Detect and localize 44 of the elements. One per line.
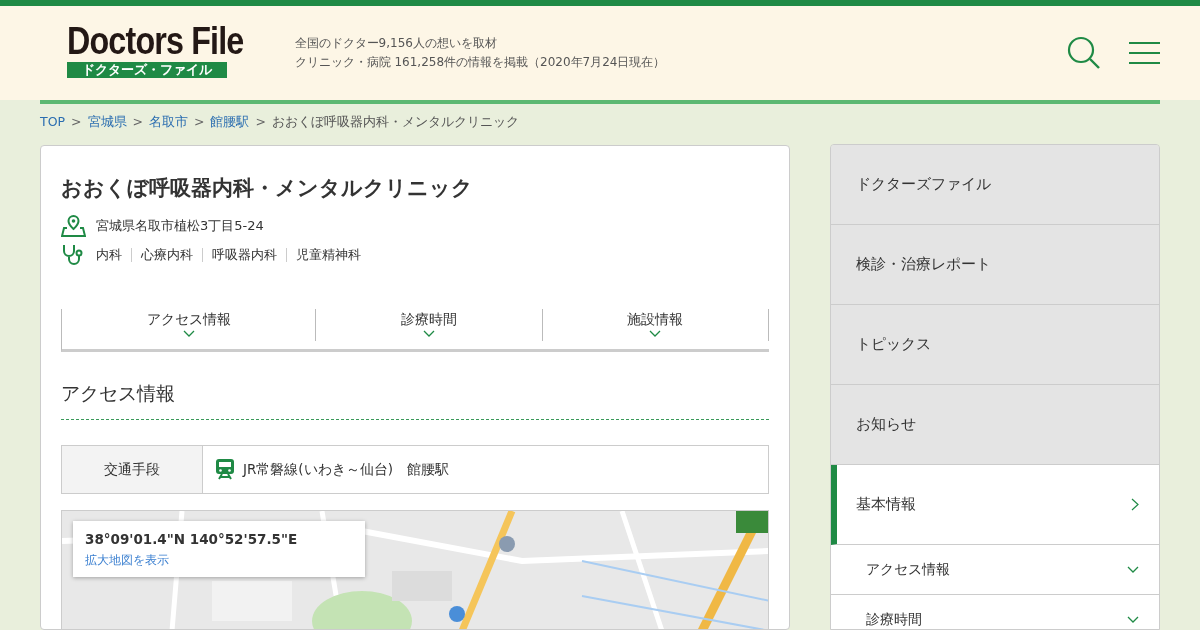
tagline: クリニック・病院 161,258件の情報を掲載（2020年7月24日現在） <box>294 54 666 71</box>
breadcrumb-separator: > <box>194 114 205 129</box>
sidebar-item[interactable]: 基本情報 <box>831 465 1159 545</box>
chevron-right-icon <box>1131 498 1139 511</box>
sidebar-item[interactable]: ドクターズファイル <box>831 145 1159 225</box>
clinic-name: おおくぼ呼吸器内科・メンタルクリニック <box>61 176 474 202</box>
breadcrumb-link[interactable]: 館腰駅 <box>210 114 250 129</box>
department: 内科 <box>96 247 123 262</box>
tab[interactable]: 診療時間 <box>316 309 543 342</box>
tab[interactable]: アクセス情報 <box>62 309 317 342</box>
breadcrumb-link[interactable]: TOP <box>40 114 65 129</box>
department: 児童精神科 <box>286 247 370 262</box>
tab[interactable]: 施設情報 <box>542 309 769 342</box>
train-icon <box>215 458 235 481</box>
sidebar-item[interactable]: 診療時間 <box>831 595 1159 629</box>
breadcrumb-separator: > <box>71 114 82 129</box>
menu-icon[interactable] <box>1129 42 1160 64</box>
chevron-down-icon <box>182 330 195 338</box>
table-header-cell: 交通手段 <box>62 446 203 493</box>
breadcrumb-link[interactable]: 名取市 <box>149 114 188 129</box>
breadcrumb-link[interactable]: 宮城県 <box>87 114 127 129</box>
breadcrumb-separator: > <box>132 114 143 129</box>
sidebar-item[interactable]: トピックス <box>831 305 1159 385</box>
department: 呼吸器内科 <box>202 247 286 262</box>
map-coordinates: 38°09'01.4"N 140°52'57.5"E <box>85 530 299 549</box>
sidebar-item[interactable]: アクセス情報 <box>831 545 1159 595</box>
section-title: アクセス情報 <box>61 352 769 420</box>
breadcrumb-separator: > <box>255 114 266 129</box>
map-link[interactable]: 拡大地図を表示 <box>85 551 169 570</box>
chevron-down-icon <box>423 330 435 338</box>
chevron-down-icon <box>1127 616 1139 623</box>
department: 心療内科 <box>131 247 202 262</box>
address: 宮城県名取市植松3丁目5-24 <box>96 216 264 235</box>
logo[interactable]: Doctors File <box>67 22 244 60</box>
map-pin-icon <box>61 214 86 237</box>
sidebar-item[interactable]: 検診・治療レポート <box>831 225 1159 305</box>
chevron-down-icon <box>649 330 662 338</box>
logo-subtitle: ドクターズ・ファイル <box>67 62 227 78</box>
tagline: 全国のドクター9,156人の想いを取材 <box>294 35 498 52</box>
chevron-down-icon <box>1127 566 1139 573</box>
sidebar-item[interactable]: お知らせ <box>831 385 1159 465</box>
breadcrumb-current: おおくぼ呼吸器内科・メンタルクリニック <box>271 114 519 129</box>
search-icon[interactable] <box>1067 36 1101 70</box>
table-cell-text: JR常磐線(いわき～仙台) 館腰駅 <box>243 460 449 480</box>
